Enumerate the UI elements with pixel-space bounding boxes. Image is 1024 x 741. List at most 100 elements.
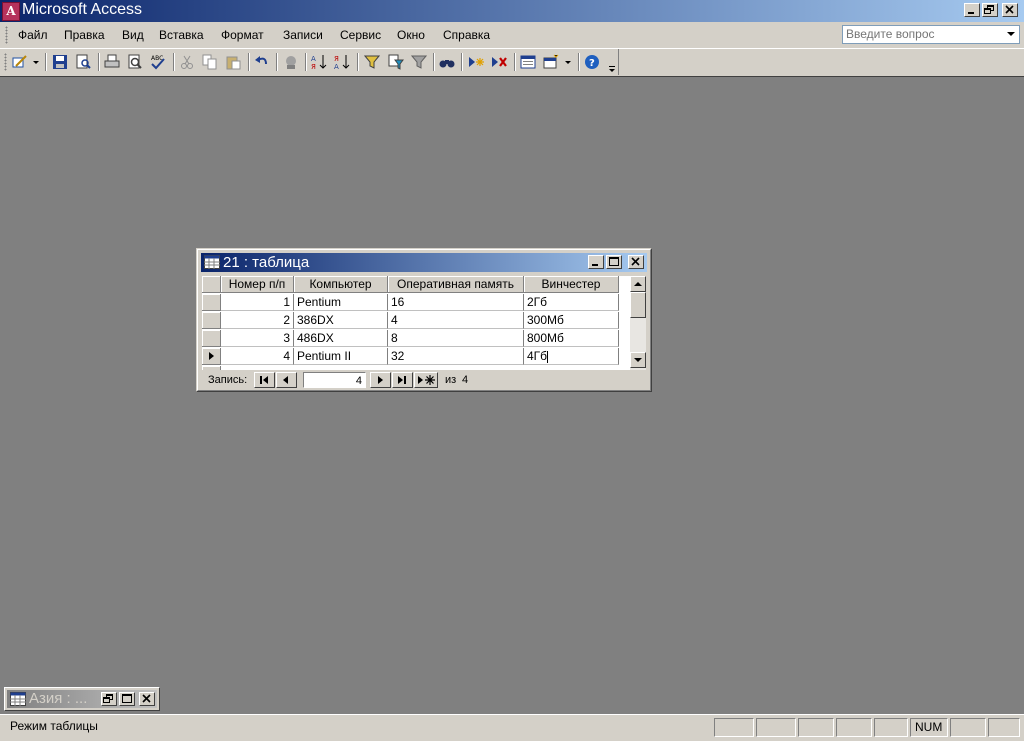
sort-ascending-icon[interactable]: AЯ bbox=[311, 54, 327, 70]
table-cell[interactable]: 4 bbox=[388, 312, 524, 329]
database-window-icon[interactable] bbox=[520, 54, 536, 70]
table-cell[interactable]: 300Мб bbox=[524, 312, 619, 329]
table-maximize-button[interactable] bbox=[606, 255, 622, 269]
minimized-restore-button[interactable] bbox=[101, 692, 117, 706]
column-header[interactable]: Номер п/п bbox=[221, 276, 294, 293]
record-number-field[interactable] bbox=[303, 372, 366, 388]
record-selector[interactable] bbox=[202, 294, 221, 311]
chevron-down-icon[interactable] bbox=[1007, 32, 1015, 36]
last-record-button[interactable] bbox=[392, 372, 413, 388]
menu-view[interactable]: Вид bbox=[122, 28, 144, 42]
print-icon[interactable] bbox=[104, 54, 120, 70]
undo-icon[interactable] bbox=[254, 54, 270, 70]
toolbar-grip[interactable] bbox=[4, 53, 7, 71]
help-icon[interactable]: ? bbox=[584, 54, 600, 70]
find-icon[interactable] bbox=[439, 54, 455, 70]
scroll-thumb[interactable] bbox=[630, 292, 646, 318]
record-selector[interactable] bbox=[202, 330, 221, 347]
scroll-up-button[interactable] bbox=[630, 276, 646, 292]
view-dropdown-icon[interactable] bbox=[31, 54, 41, 70]
table-cell[interactable]: 3 bbox=[221, 330, 294, 347]
design-view-icon[interactable] bbox=[12, 54, 28, 70]
toolbar-separator bbox=[461, 53, 463, 71]
table-window-title: 21 : таблица bbox=[223, 254, 310, 271]
column-header[interactable]: Винчестер bbox=[524, 276, 619, 293]
table-cell[interactable]: 16 bbox=[388, 294, 524, 311]
menu-edit[interactable]: Правка bbox=[64, 28, 105, 42]
print-preview-icon[interactable] bbox=[127, 54, 143, 70]
scroll-down-button[interactable] bbox=[630, 352, 646, 368]
new-record-nav-button[interactable] bbox=[414, 372, 438, 388]
maximize-icon bbox=[609, 257, 619, 266]
vertical-scrollbar[interactable] bbox=[630, 276, 646, 370]
table-cell[interactable]: 4 bbox=[221, 348, 294, 365]
minimized-window[interactable]: Азия : ... bbox=[4, 687, 160, 711]
menubar-grip[interactable] bbox=[5, 26, 8, 44]
active-table-cell[interactable]: 4Гб bbox=[524, 348, 619, 365]
previous-record-button[interactable] bbox=[276, 372, 297, 388]
menu-records[interactable]: Записи bbox=[283, 28, 323, 42]
delete-record-icon[interactable] bbox=[491, 54, 507, 70]
table-cell[interactable]: 8 bbox=[388, 330, 524, 347]
table-cell[interactable]: 1 bbox=[221, 294, 294, 311]
table-cell[interactable]: 486DX bbox=[294, 330, 388, 347]
filter-by-form-icon[interactable] bbox=[388, 54, 404, 70]
toolbar-separator bbox=[514, 53, 516, 71]
spelling-icon[interactable]: ABC bbox=[150, 54, 166, 70]
datasheet-grid[interactable]: Номер п/п Компьютер Оперативная память В… bbox=[202, 276, 630, 370]
new-object-dropdown-icon[interactable] bbox=[563, 54, 573, 70]
menu-file[interactable]: Файл bbox=[18, 28, 48, 42]
save-icon[interactable] bbox=[52, 54, 68, 70]
column-header[interactable]: Оперативная память bbox=[388, 276, 524, 293]
menu-help[interactable]: Справка bbox=[443, 28, 490, 42]
first-record-button[interactable] bbox=[254, 372, 275, 388]
table-cell[interactable]: 800Мб bbox=[524, 330, 619, 347]
table-minimize-button[interactable] bbox=[588, 255, 604, 269]
cut-icon[interactable] bbox=[179, 54, 195, 70]
menu-window[interactable]: Окно bbox=[397, 28, 425, 42]
new-record-icon[interactable] bbox=[468, 54, 484, 70]
toolbar-separator bbox=[305, 53, 307, 71]
file-search-icon[interactable] bbox=[75, 54, 91, 70]
table-cell[interactable]: 32 bbox=[388, 348, 524, 365]
restore-button[interactable] bbox=[982, 3, 998, 17]
toolbar-options-button[interactable] bbox=[606, 49, 619, 75]
table-close-button[interactable] bbox=[628, 255, 644, 269]
office-assistant-icon[interactable] bbox=[283, 54, 299, 70]
menu-format[interactable]: Формат bbox=[221, 28, 264, 42]
filter-by-selection-icon[interactable] bbox=[364, 54, 380, 70]
ask-question-box[interactable] bbox=[842, 25, 1020, 44]
sort-descending-icon[interactable]: ЯA bbox=[334, 54, 350, 70]
record-total: 4 bbox=[462, 374, 469, 386]
table-window: 21 : таблица Номер п/п Компьютер Операти… bbox=[196, 248, 652, 392]
minimized-maximize-button[interactable] bbox=[119, 692, 135, 706]
minimized-window-title-bar[interactable]: Азия : ... bbox=[7, 690, 157, 708]
paste-icon[interactable] bbox=[225, 54, 241, 70]
record-number-input[interactable] bbox=[304, 374, 364, 388]
record-selector[interactable] bbox=[202, 366, 221, 370]
minimize-button[interactable] bbox=[964, 3, 980, 17]
minimized-close-button[interactable] bbox=[139, 692, 155, 706]
current-record-selector[interactable] bbox=[202, 348, 221, 365]
status-panel bbox=[836, 718, 872, 737]
table-cell[interactable]: 386DX bbox=[294, 312, 388, 329]
table-cell[interactable]: Pentium II bbox=[294, 348, 388, 365]
apply-filter-icon[interactable] bbox=[411, 54, 427, 70]
access-app-icon[interactable]: A bbox=[2, 2, 20, 21]
copy-icon[interactable] bbox=[202, 54, 218, 70]
table-cell[interactable]: 2Гб bbox=[524, 294, 619, 311]
table-window-title-bar[interactable]: 21 : таблица bbox=[201, 253, 647, 272]
menu-tools[interactable]: Сервис bbox=[340, 28, 381, 42]
table-cell[interactable]: Pentium bbox=[294, 294, 388, 311]
column-header[interactable]: Компьютер bbox=[294, 276, 388, 293]
table-cell[interactable]: 2 bbox=[221, 312, 294, 329]
close-icon bbox=[142, 694, 151, 703]
next-record-button[interactable] bbox=[370, 372, 391, 388]
close-button[interactable] bbox=[1002, 3, 1018, 17]
record-selector[interactable] bbox=[202, 312, 221, 329]
new-object-icon[interactable] bbox=[543, 54, 559, 70]
menu-insert[interactable]: Вставка bbox=[159, 28, 204, 42]
ask-question-input[interactable] bbox=[843, 26, 1004, 42]
select-all-corner[interactable] bbox=[202, 276, 221, 293]
status-num-indicator: NUM bbox=[910, 718, 948, 737]
